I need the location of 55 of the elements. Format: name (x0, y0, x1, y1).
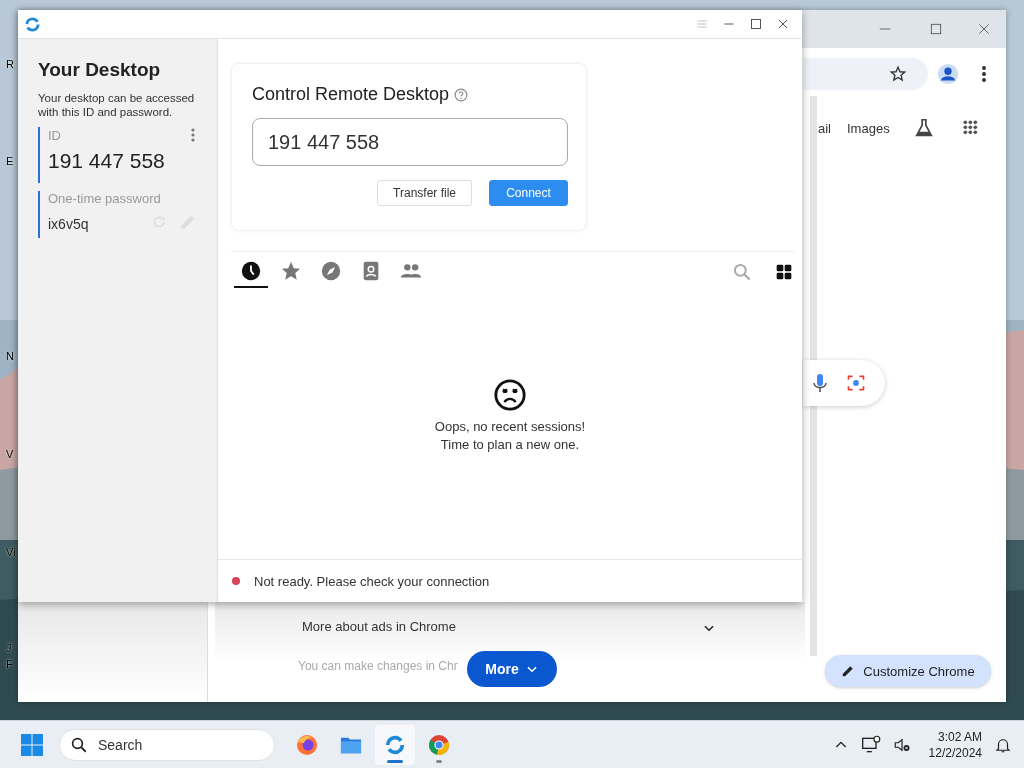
compass-icon (320, 260, 342, 282)
empty-message: Oops, no recent sessions! (434, 417, 586, 436)
profile-icon (937, 63, 959, 85)
firefox-icon (295, 732, 319, 757)
desktop-icon-label[interactable]: V (6, 448, 14, 461)
card-title: Control Remote Desktop (252, 84, 450, 105)
search-box[interactable] (803, 360, 885, 406)
network-icon (860, 734, 881, 755)
customize-button[interactable]: Customize Chrome (825, 655, 991, 687)
more-button[interactable]: More (467, 651, 557, 687)
close-icon (977, 22, 991, 36)
nav-link[interactable]: ail (818, 121, 831, 136)
desktop-icon-label[interactable]: R (6, 58, 14, 71)
star-icon (280, 260, 302, 282)
scrollbar[interactable] (810, 96, 817, 656)
maximize-icon (929, 22, 943, 36)
sidebar-title: Your Desktop (38, 59, 162, 81)
more-vertical-icon (189, 127, 197, 143)
sad-face-icon (493, 377, 527, 412)
help-icon (454, 87, 469, 102)
grid-view-icon (776, 264, 792, 280)
start-icon (20, 732, 44, 757)
maximize-icon (749, 18, 762, 30)
id-label: ID (48, 127, 61, 143)
search-icon (732, 262, 752, 282)
ads-info-row[interactable]: More about ads in Chrome (302, 619, 456, 634)
search-icon (70, 735, 88, 754)
clock-date[interactable]: 12/2/2024 (928, 744, 982, 761)
status-dot (232, 577, 240, 585)
transfer-button[interactable]: Transfer file (377, 180, 472, 206)
info-text: You can make changes in Chr (298, 659, 458, 673)
status-text: Not ready. Please check your connection (254, 573, 490, 589)
microphone-icon (812, 373, 828, 393)
desktop-icon-label[interactable]: E (6, 155, 14, 168)
ring-logo-icon (24, 15, 41, 33)
close-icon (776, 18, 789, 30)
desktop-icon-label[interactable]: N (6, 350, 14, 363)
clock-icon (240, 260, 262, 282)
star-icon (889, 65, 907, 83)
password-value: ix6v5q (48, 216, 89, 232)
address-field[interactable]: 191 447 558 (252, 118, 568, 166)
ring-logo-icon (384, 733, 406, 756)
password-label: One-time password (48, 191, 162, 206)
clock-time[interactable]: 3:02 AM (937, 728, 982, 745)
empty-message: Time to plan a new one. (440, 435, 580, 454)
chrome-icon (427, 732, 451, 757)
sidebar-description: Your desktop can be accessed with this ID and password. (38, 91, 196, 119)
nav-link[interactable]: Images (847, 121, 890, 136)
flask-icon (913, 117, 935, 139)
camera-lens-icon (846, 373, 866, 393)
menu-icon (695, 18, 708, 30)
taskbar-search[interactable]: Search (59, 728, 275, 761)
taskbar-app[interactable] (375, 724, 415, 765)
pencil-icon (841, 664, 856, 678)
desktop-id: 191 447 558 (48, 149, 166, 173)
